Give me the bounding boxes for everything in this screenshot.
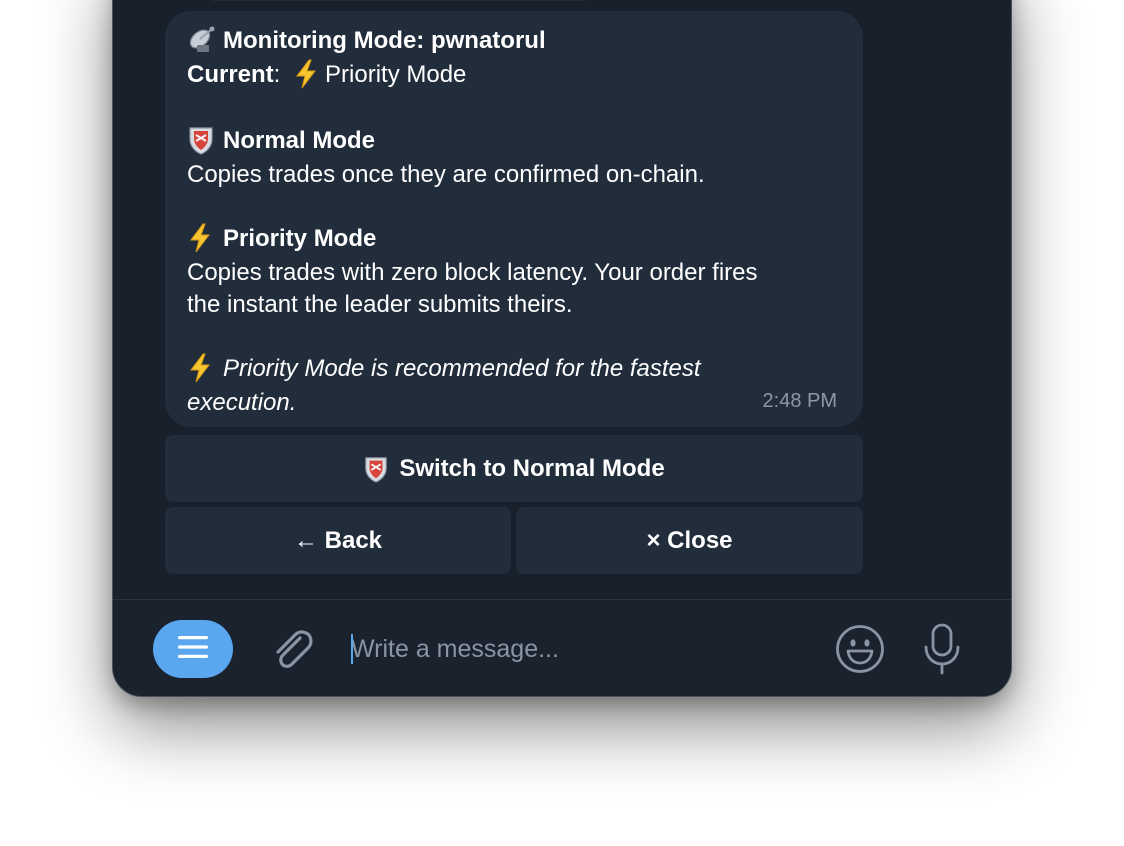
switch-to-normal-mode-button[interactable]: Switch to Normal Mode <box>165 435 863 502</box>
recommendation-text-2: execution. <box>187 389 297 416</box>
recommendation-text-1: Priority Mode is recommended for the fas… <box>223 355 701 382</box>
menu-icon <box>178 635 208 663</box>
current-mode-line: Current: Priority Mode <box>187 59 841 93</box>
message-title-line: Monitoring Mode: pwnatorul <box>187 25 841 59</box>
recommendation-line: Priority Mode is recommended for the fas… <box>187 353 841 387</box>
current-separator: : <box>273 61 281 88</box>
high-voltage-icon <box>287 59 325 93</box>
bot-menu-button[interactable] <box>153 620 233 678</box>
text-cursor <box>351 634 353 664</box>
smiley-icon <box>835 625 885 678</box>
previous-message-edge <box>209 0 589 1</box>
switch-button-label: Switch to Normal Mode <box>399 454 665 482</box>
attach-button[interactable] <box>269 624 317 681</box>
high-voltage-icon <box>187 353 223 387</box>
message-timestamp: 2:48 PM <box>762 390 837 412</box>
close-button[interactable]: × Close <box>516 507 863 574</box>
back-button-label: ← Back <box>293 526 383 554</box>
bot-message-bubble: Monitoring Mode: pwnatorul Current: Prio… <box>165 11 863 427</box>
normal-mode-heading: Normal Mode <box>187 125 841 159</box>
close-button-label: × Close <box>646 526 733 554</box>
message-input[interactable] <box>351 630 811 668</box>
normal-mode-title: Normal Mode <box>223 127 376 154</box>
chat-window: Monitoring Mode: pwnatorul Current: Prio… <box>112 0 1012 697</box>
voice-message-button[interactable] <box>921 622 963 681</box>
emoji-button[interactable] <box>835 624 885 679</box>
shield-icon <box>187 125 223 159</box>
message-composer <box>113 599 1011 696</box>
microphone-icon <box>921 623 963 680</box>
normal-mode-description: Copies trades once they are confirmed on… <box>187 161 705 188</box>
message-title: Monitoring Mode: pwnatorul <box>223 27 546 54</box>
current-label: Current <box>187 61 274 88</box>
priority-mode-description-1: Copies trades with zero block latency. Y… <box>187 259 758 286</box>
high-voltage-icon <box>187 223 223 257</box>
paperclip-icon <box>269 630 317 680</box>
current-mode-value: Priority Mode <box>325 61 467 88</box>
back-button[interactable]: ← Back <box>165 507 511 574</box>
priority-mode-description-2: the instant the leader submits theirs. <box>187 291 573 318</box>
satellite-antenna-icon <box>187 25 223 59</box>
priority-mode-title: Priority Mode <box>223 225 377 252</box>
shield-icon <box>363 454 389 484</box>
priority-mode-heading: Priority Mode <box>187 223 841 257</box>
